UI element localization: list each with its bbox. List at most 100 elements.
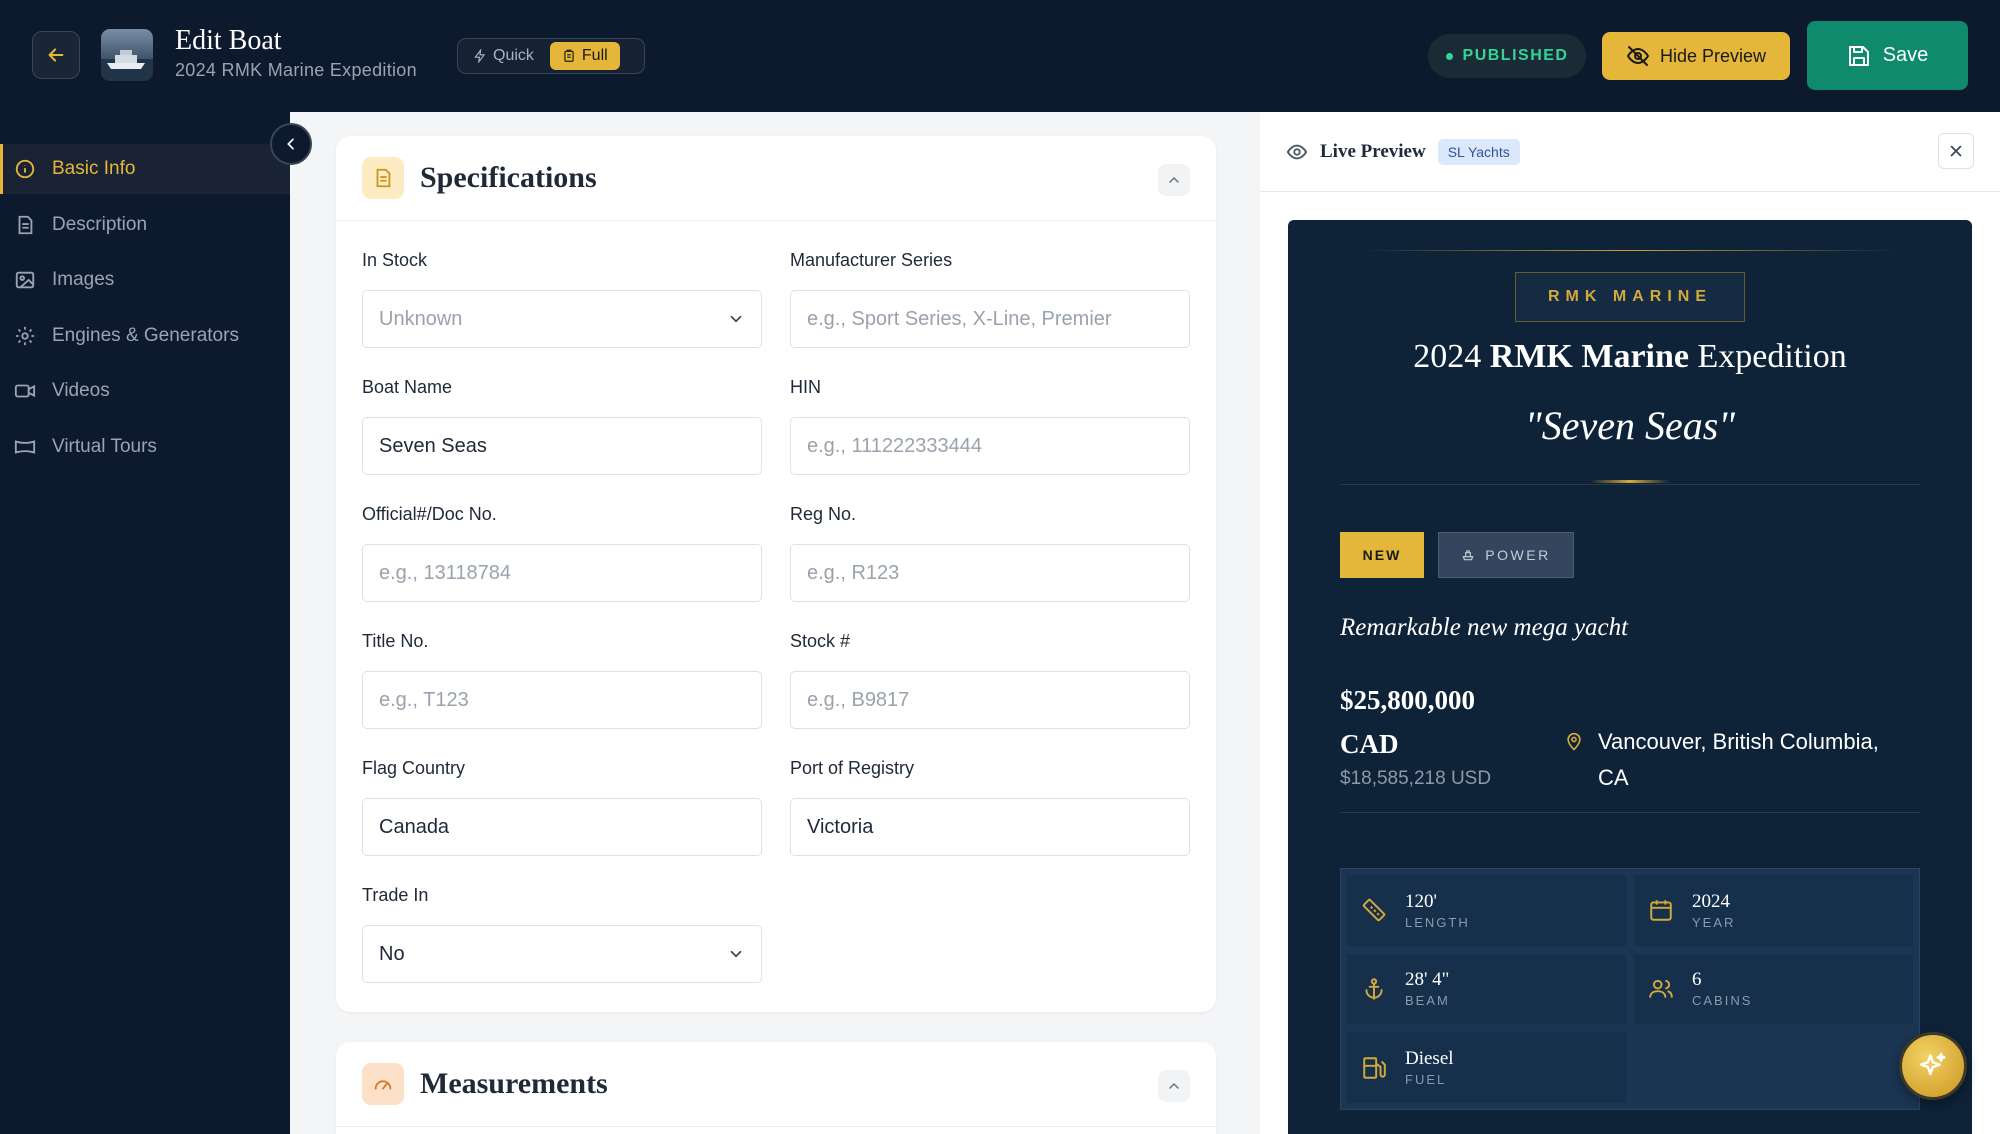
manufacturer-series-input[interactable] <box>807 307 1173 331</box>
official-doc-label: Official#/Doc No. <box>362 504 497 524</box>
hin-input[interactable] <box>807 434 1173 458</box>
document-icon <box>14 214 36 236</box>
back-button[interactable] <box>32 31 80 79</box>
save-button[interactable]: Save <box>1807 21 1968 90</box>
sidebar-item-label: Images <box>52 269 115 290</box>
main-form: Specifications In Stock Unknown Manufact… <box>290 112 1260 1134</box>
panorama-icon <box>14 436 36 458</box>
close-icon <box>1950 145 1962 157</box>
sidebar-item-videos[interactable]: Videos <box>0 366 290 416</box>
chevron-up-icon <box>1169 176 1179 183</box>
gold-divider <box>1360 250 1900 251</box>
boat-name-input[interactable] <box>379 434 745 458</box>
boat-icon <box>1462 550 1474 561</box>
status-label: PUBLISHED <box>1462 47 1569 64</box>
port-registry-input[interactable] <box>807 815 1173 839</box>
page-title: Edit Boat <box>175 25 282 56</box>
title-block: Edit Boat 2024 RMK Marine Expedition <box>175 24 417 81</box>
gold-accent <box>1590 480 1670 483</box>
spec-label: CABINS <box>1692 993 1753 1009</box>
trade-in-field: Trade In No <box>362 885 762 983</box>
fuel-pump-icon <box>1363 1056 1386 1079</box>
image-icon <box>14 269 36 291</box>
reg-no-field: Reg No. <box>790 504 1190 602</box>
spec-beam: 28' 4" BEAM <box>1347 953 1626 1025</box>
collapse-measurements-button[interactable] <box>1158 1070 1190 1102</box>
measurements-title: Measurements <box>420 1067 608 1100</box>
port-registry-field: Port of Registry <box>790 758 1190 856</box>
boat-name-box <box>362 417 762 475</box>
hide-preview-button[interactable]: Hide Preview <box>1602 32 1790 80</box>
listing-location: Vancouver, British Columbia, CA <box>1564 724 1904 796</box>
chevron-left-icon <box>287 138 294 150</box>
listing-location-text: Vancouver, British Columbia, CA <box>1598 729 1879 790</box>
listing-model: Expedition <box>1697 338 1847 375</box>
boat-thumbnail <box>101 29 153 81</box>
manufacturer-series-field: Manufacturer Series <box>790 250 1190 348</box>
chevron-up-icon <box>1169 1082 1179 1089</box>
spec-label: BEAM <box>1405 993 1450 1009</box>
in-stock-label: In Stock <box>362 250 428 270</box>
spec-value: 2024 <box>1692 890 1730 912</box>
collapse-sidebar-button[interactable] <box>270 123 312 165</box>
spec-cabins: 6 CABINS <box>1634 953 1913 1025</box>
hide-preview-label: Hide Preview <box>1659 45 1767 66</box>
official-doc-input[interactable] <box>379 561 745 585</box>
specs-grid: 120' LENGTH 2024 YEAR 28' 4" BEAM 6 CABI… <box>1340 868 1920 1110</box>
eye-icon <box>1286 144 1308 159</box>
title-no-input[interactable] <box>379 688 745 712</box>
clipboard-icon <box>362 157 404 199</box>
top-bar: Edit Boat 2024 RMK Marine Expedition Qui… <box>0 0 2000 112</box>
sidebar-item-label: Description <box>52 214 148 235</box>
listing-year: 2024 <box>1413 338 1482 375</box>
flag-country-box <box>362 798 762 856</box>
calendar-icon <box>1650 900 1672 922</box>
port-registry-label: Port of Registry <box>790 758 915 778</box>
mode-quick-button[interactable]: Quick <box>461 42 546 70</box>
sidebar-item-images[interactable]: Images <box>0 255 290 305</box>
status-badge: PUBLISHED <box>1428 34 1586 78</box>
chevron-down-icon <box>730 950 742 958</box>
sidebar-item-virtual-tours[interactable]: Virtual Tours <box>0 422 290 472</box>
mode-toggle: Quick Full <box>457 38 645 74</box>
status-dot <box>1445 52 1453 60</box>
collapse-specifications-button[interactable] <box>1158 164 1190 196</box>
reg-no-input[interactable] <box>807 561 1173 585</box>
trade-in-select[interactable]: No <box>362 925 762 983</box>
in-stock-value: Unknown <box>379 307 463 330</box>
sidebar-item-basic-info[interactable]: Basic Info <box>0 144 290 194</box>
close-preview-button[interactable] <box>1938 133 1974 169</box>
title-no-label: Title No. <box>362 631 429 651</box>
floppy-disk-icon <box>1848 45 1869 66</box>
sidebar-item-engines-generators[interactable]: Engines & Generators <box>0 311 290 361</box>
trade-in-value: No <box>379 942 405 965</box>
sidebar-item-description[interactable]: Description <box>0 200 290 250</box>
measurements-header: Measurements <box>336 1042 1216 1127</box>
stock-no-input[interactable] <box>807 688 1173 712</box>
spec-label: FUEL <box>1405 1072 1447 1088</box>
title-no-field: Title No. <box>362 631 762 729</box>
save-label: Save <box>1882 44 1929 66</box>
flag-country-input[interactable] <box>379 815 745 839</box>
stock-no-field: Stock # <box>790 631 1190 729</box>
mode-full-label: Full <box>581 47 608 64</box>
info-icon <box>14 158 36 180</box>
flag-country-field: Flag Country <box>362 758 762 856</box>
preview-title: Live Preview <box>1320 140 1426 162</box>
listing-title: 2024 RMK Marine Expedition <box>1288 338 1972 376</box>
stock-no-box <box>790 671 1190 729</box>
listing-price-usd: $18,585,218 USD <box>1340 768 1492 789</box>
mode-full-button[interactable]: Full <box>549 42 620 70</box>
in-stock-select[interactable]: Unknown <box>362 290 762 348</box>
flag-country-label: Flag Country <box>362 758 466 778</box>
official-doc-box <box>362 544 762 602</box>
mode-quick-label: Quick <box>493 47 534 64</box>
arrow-left-icon <box>48 48 64 62</box>
type-tag: POWER <box>1438 532 1574 578</box>
manufacturer-series-box <box>790 290 1190 348</box>
hin-box <box>790 417 1190 475</box>
ai-assistant-button[interactable] <box>1899 1032 1967 1100</box>
title-no-box <box>362 671 762 729</box>
chevron-down-icon <box>730 315 742 323</box>
boat-name-field: Boat Name <box>362 377 762 475</box>
